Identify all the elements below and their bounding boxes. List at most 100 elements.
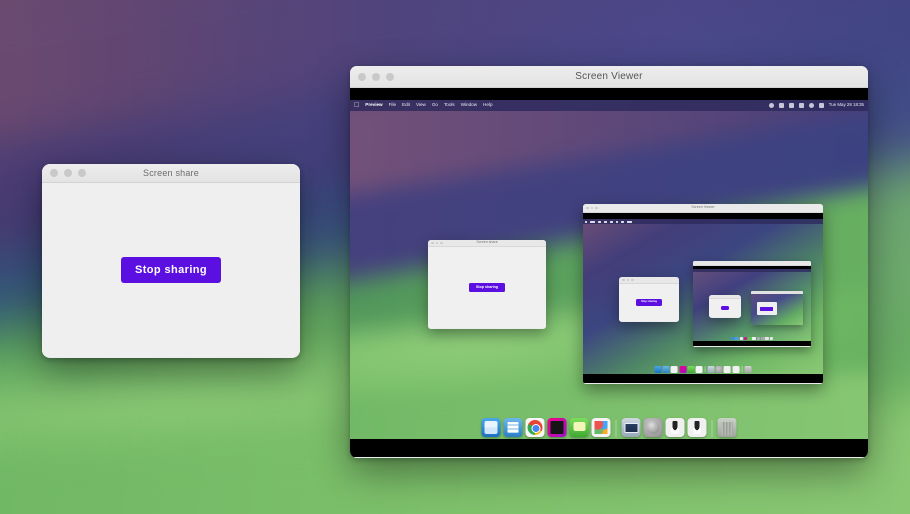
desktop-background: Screen share Stop sharing Screen Viewer [0, 0, 910, 514]
dock-icon-messages [748, 336, 752, 340]
nested-screen-viewer-window[interactable]: Screen Viewer Stop sharing [583, 204, 823, 384]
minimize-button-icon[interactable] [64, 169, 72, 177]
nested-screen-share-window-l3[interactable]: Stop sharing [619, 277, 679, 322]
dock-icon-launchpad [752, 336, 756, 340]
nested-remote-menubar[interactable] [583, 219, 823, 224]
menu-item-view[interactable]: View [416, 103, 426, 108]
dock-icon-files[interactable] [503, 418, 523, 437]
dock-icon-finder [654, 366, 662, 373]
screen-share-window[interactable]: Screen share Stop sharing [42, 164, 300, 358]
zoom-button-icon[interactable] [386, 72, 394, 81]
dock-icon-chrome[interactable] [525, 418, 545, 437]
dock-icon-files [735, 336, 739, 340]
minimize-button-icon [626, 278, 630, 282]
close-button-icon [622, 278, 625, 282]
nested-viewer-title: Screen Viewer [691, 205, 715, 210]
menu-item-preview [590, 220, 595, 223]
zoom-button-icon[interactable] [78, 169, 86, 177]
nested-share-titlebar-l3 [619, 277, 679, 284]
traffic-lights-l3 [622, 278, 634, 282]
screen-viewer-title: Screen Viewer [575, 71, 643, 82]
apple-logo-icon [585, 220, 587, 223]
close-button-icon[interactable] [358, 72, 366, 81]
dock-icon-tux-a [724, 366, 732, 373]
menu-item-go[interactable]: Go [432, 103, 438, 108]
dock-icon-tux-a[interactable] [665, 418, 685, 437]
dock-icon-gray-app[interactable] [643, 418, 663, 437]
nested-stop-sharing-button-l3[interactable]: Stop sharing [636, 298, 662, 307]
nested-remote-desktop: Stop sharing [583, 219, 823, 374]
nested-dock-l2 [654, 366, 752, 373]
search-icon[interactable] [808, 103, 814, 108]
nested-share-body: Stop sharing [428, 247, 546, 328]
nested-remote-screen[interactable]: Stop sharing [583, 213, 823, 383]
dock-icon-trash[interactable] [717, 418, 737, 437]
remote-desktop:  Preview File Edit View Go Tools Window… [350, 100, 868, 439]
remote-menubar-status: Tue May 28 18:35 [768, 102, 864, 108]
dock-icon-screens [707, 366, 715, 373]
nested-screen-viewer-window-l3[interactable] [693, 261, 811, 347]
dock-icon-tux-b [732, 366, 740, 373]
menubar-clock[interactable]: Tue May 28 18:35 [829, 102, 864, 107]
battery-icon[interactable] [788, 103, 794, 108]
dock-icon-jetbrains [743, 336, 748, 340]
remote-menubar[interactable]:  Preview File Edit View Go Tools Window… [350, 100, 868, 111]
wifi-icon[interactable] [798, 103, 804, 108]
dock-icon-finder[interactable] [481, 418, 501, 437]
menu-item-tools[interactable]: Tools [444, 103, 455, 108]
nested-share-titlebar-l4 [709, 295, 741, 299]
apple-logo-icon[interactable]:  [354, 102, 359, 109]
remote-menubar-items:  Preview File Edit View Go Tools Window… [354, 102, 493, 109]
dock-icon-gray-app [760, 336, 765, 340]
dock-icon-finder [730, 336, 735, 340]
dock-icon-launchpad[interactable] [591, 418, 611, 437]
menu-item-window[interactable]: Window [461, 103, 477, 108]
nested-share-titlebar[interactable]: Screen share [428, 240, 546, 247]
minimize-button-icon[interactable] [372, 72, 380, 81]
nested-screen-share-window-l4 [709, 295, 741, 318]
control-center-icon[interactable] [768, 103, 774, 108]
dock-icon-trash [744, 366, 752, 373]
menu-item-file[interactable]: File [389, 103, 396, 108]
menu-item-view [610, 220, 613, 223]
dock-separator-2 [741, 366, 743, 372]
menu-item-edit [604, 220, 607, 223]
dock-icon-screens [756, 336, 761, 340]
menu-item-help[interactable]: Help [483, 103, 492, 108]
screen-mirroring-icon[interactable] [778, 103, 784, 108]
dock-icon-chrome [739, 336, 744, 340]
close-button-icon[interactable] [50, 169, 58, 177]
dock-icon-messages[interactable] [569, 418, 589, 437]
screen-viewer-window[interactable]: Screen Viewer  Preview File Edit View [350, 66, 868, 458]
dock-separator-2 [711, 420, 713, 437]
stop-sharing-button[interactable]: Stop sharing [120, 257, 222, 283]
nested-share-body-l4 [709, 299, 741, 317]
nested-remote-screen-l4 [751, 294, 803, 325]
nested-screen-share-window[interactable]: Screen share Stop sharing [428, 240, 546, 329]
dock-icon-screens[interactable] [621, 418, 641, 437]
traffic-lights [50, 169, 86, 177]
menu-item-go [616, 220, 618, 223]
dock-icon-tux-b [769, 336, 774, 340]
nested-stop-sharing-button-l4 [721, 306, 729, 310]
remote-screen-canvas[interactable]:  Preview File Edit View Go Tools Window… [350, 88, 868, 457]
nested-remote-screen-l3 [693, 266, 811, 346]
nested-stop-sharing-button[interactable]: Stop sharing [469, 282, 505, 293]
dock-icon-launchpad [695, 366, 703, 373]
nested-viewer-titlebar[interactable]: Screen Viewer [583, 204, 823, 213]
dock-icon-files [662, 366, 670, 373]
dock-icon-jetbrains[interactable] [547, 418, 567, 437]
dock-icon-tux-a [765, 336, 769, 340]
dock-icon-tux-b[interactable] [687, 418, 707, 437]
screen-viewer-titlebar[interactable]: Screen Viewer [350, 66, 868, 88]
menu-item-preview[interactable]: Preview [365, 103, 382, 108]
viewer-traffic-lights [358, 72, 394, 81]
nested-remote-desktop-l3 [693, 269, 811, 341]
remote-dock[interactable] [481, 418, 737, 437]
menu-item-file [598, 220, 601, 223]
screen-share-body: Stop sharing [42, 183, 300, 357]
screen-share-titlebar[interactable]: Screen share [42, 164, 300, 183]
siri-icon[interactable] [818, 103, 824, 108]
menu-item-edit[interactable]: Edit [402, 103, 410, 108]
nested-remote-menubar-l3 [693, 269, 811, 272]
